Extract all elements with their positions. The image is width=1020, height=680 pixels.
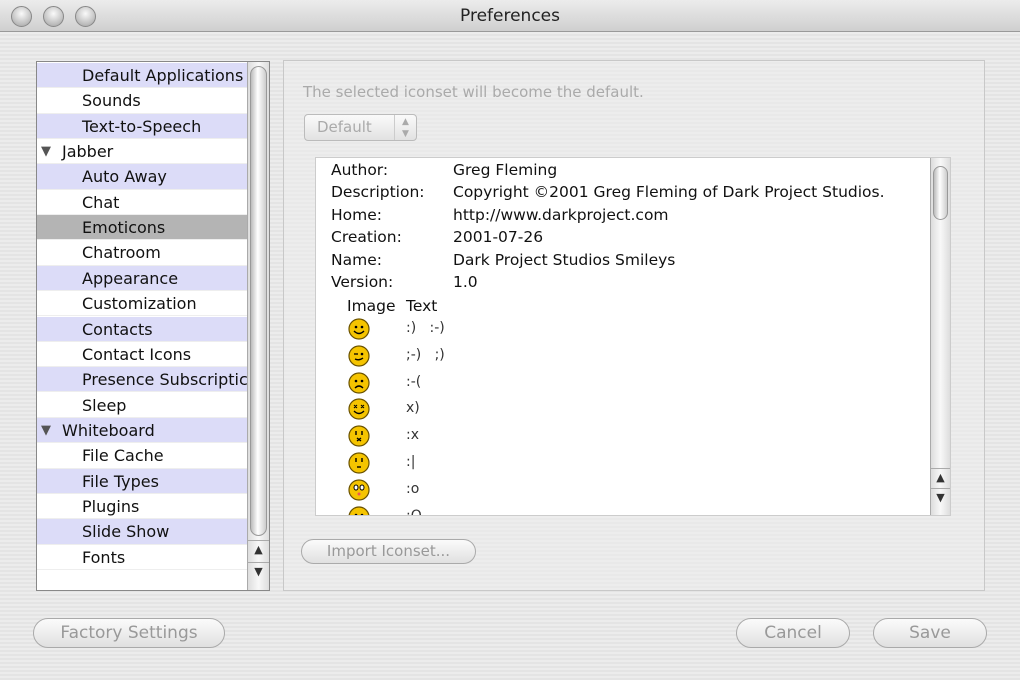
- sad-smiley-icon: [348, 371, 370, 394]
- sidebar-item[interactable]: Fonts: [37, 545, 247, 570]
- info-key: Creation:: [331, 228, 402, 247]
- sidebar-item-label: Default Applications: [82, 66, 244, 85]
- sidebar-item[interactable]: Appearance: [37, 265, 247, 292]
- window-title: Preferences: [460, 6, 560, 26]
- sidebar-item[interactable]: ▼ Jabber: [37, 139, 247, 165]
- sidebar-scrollbar[interactable]: ▲ ▼: [247, 62, 269, 590]
- iconset-select[interactable]: Default ▲ ▼: [304, 114, 417, 141]
- close-window-button[interactable]: [11, 6, 32, 27]
- sidebar-item-label: Chatroom: [82, 243, 161, 263]
- iconset-select-value: Default: [317, 118, 372, 136]
- sidebar-item[interactable]: Text-to-Speech: [37, 113, 247, 139]
- sidebar-item-label: Auto Away: [82, 167, 167, 187]
- neutral-smiley-icon: [348, 452, 370, 474]
- sidebar-item-label: Slide Show: [82, 522, 170, 542]
- sidebar-item-label: Plugins: [82, 496, 140, 516]
- details-scrollbar[interactable]: ▲ ▼: [930, 158, 950, 515]
- info-value: Copyright ©2001 Greg Fleming of Dark Pro…: [453, 183, 885, 202]
- shocked-smiley-icon: [348, 425, 370, 447]
- sidebar-item-label: Text-to-Speech: [82, 116, 202, 136]
- minimize-window-button[interactable]: [43, 6, 64, 27]
- emoticon-text: ;-) ;): [406, 346, 445, 363]
- sidebar-item[interactable]: Contact Icons: [37, 342, 247, 368]
- disclosure-triangle-icon[interactable]: ▼: [41, 139, 51, 163]
- iconset-hint: The selected iconset will become the def…: [303, 83, 644, 101]
- sidebar-item-label: Emoticons: [82, 218, 166, 238]
- column-header-image: Image: [347, 297, 396, 315]
- sidebar-item[interactable]: Default Applications: [37, 63, 247, 89]
- column-header-text: Text: [406, 297, 438, 315]
- save-button[interactable]: Save: [873, 618, 987, 648]
- emoticon-text: x): [406, 400, 420, 417]
- sidebar-item-label: Contact Icons: [82, 344, 192, 364]
- sidebar-item[interactable]: File Types: [37, 468, 247, 494]
- sidebar-item-label: Fonts: [82, 547, 126, 567]
- sidebar-item[interactable]: Contacts: [37, 316, 247, 342]
- emoticon-text: :x: [406, 427, 420, 444]
- sidebar-item[interactable]: Presence Subscriptic: [37, 367, 247, 393]
- emoticon-text: :) :-): [406, 320, 445, 336]
- scroll-down-arrow-icon[interactable]: ▼: [931, 488, 950, 506]
- sidebar-item[interactable]: Customization: [37, 291, 247, 317]
- sidebar-item-label: Sounds: [82, 91, 141, 111]
- info-value: Greg Fleming: [453, 161, 558, 179]
- sidebar-item[interactable]: ▼ Whiteboard: [37, 417, 247, 444]
- sidebar-item-label: Appearance: [82, 268, 179, 288]
- sidebar-item[interactable]: Plugins: [37, 494, 247, 520]
- sidebar-item-label: Contacts: [82, 319, 153, 339]
- sidebar-item-label: Sleep: [82, 395, 127, 415]
- updown-arrows-icon: ▲ ▼: [394, 115, 416, 140]
- sidebar-item[interactable]: Sounds: [37, 88, 247, 114]
- preferences-sidebar: Default Applications Sounds Text-to-Speech…: [36, 61, 270, 591]
- info-key: Version:: [331, 273, 394, 291]
- scroll-up-arrow-icon[interactable]: ▲: [931, 468, 950, 486]
- title-bar: Preferences: [0, 0, 1020, 32]
- sidebar-item-label: Customization: [82, 294, 197, 314]
- emoticon-text: :-(: [406, 373, 422, 390]
- sidebar-item[interactable]: Chatroom: [37, 240, 247, 266]
- emoticon-text: :|: [406, 454, 416, 470]
- info-key: Name:: [331, 250, 382, 269]
- sidebar-item[interactable]: Sleep: [37, 393, 247, 418]
- sidebar-item-label: Presence Subscriptic: [82, 370, 247, 390]
- surprised-smiley-icon: [348, 479, 370, 501]
- zoom-window-button[interactable]: [75, 6, 96, 27]
- sidebar-item-label: Chat: [82, 192, 120, 212]
- iconset-details: Author: Greg Fleming Description: Copyright…: [315, 157, 951, 516]
- emoticon-text: :O: [406, 507, 422, 516]
- emoticon-text: :o: [406, 480, 420, 497]
- details-scroll-thumb[interactable]: [933, 166, 948, 220]
- disclosure-triangle-icon[interactable]: ▼: [41, 418, 51, 442]
- info-key: Home:: [331, 205, 382, 224]
- sidebar-item-label: Jabber: [62, 142, 114, 162]
- sidebar-item[interactable]: Emoticons: [37, 215, 247, 241]
- sidebar-item-label: File Types: [82, 471, 159, 491]
- partial-smiley-icon: [348, 505, 370, 515]
- sidebar-item-label: File Cache: [82, 446, 164, 466]
- sidebar-item[interactable]: Auto Away: [37, 164, 247, 190]
- sidebar-scroll-thumb[interactable]: [250, 66, 267, 536]
- import-iconset-button[interactable]: Import Iconset...: [301, 539, 476, 564]
- cancel-button[interactable]: Cancel: [736, 618, 850, 648]
- sidebar-item-label: Whiteboard: [62, 420, 155, 440]
- info-key: Description:: [331, 183, 425, 202]
- factory-settings-button[interactable]: Factory Settings: [33, 618, 225, 648]
- dead-smiley-icon: [348, 398, 370, 420]
- info-value: 2001-07-26: [453, 228, 544, 247]
- scroll-down-arrow-icon[interactable]: ▼: [248, 562, 269, 580]
- sidebar-item[interactable]: Chat: [37, 190, 247, 216]
- sidebar-item[interactable]: Slide Show: [37, 519, 247, 545]
- wink-smiley-icon: [348, 345, 370, 367]
- info-value: Dark Project Studios Smileys: [453, 250, 676, 269]
- smile-smiley-icon: [348, 318, 370, 340]
- info-key: Author:: [331, 161, 389, 179]
- sidebar-item[interactable]: File Cache: [37, 443, 247, 469]
- scroll-up-arrow-icon[interactable]: ▲: [248, 540, 269, 558]
- info-value: 1.0: [453, 273, 478, 291]
- info-value: http://www.darkproject.com: [453, 205, 669, 224]
